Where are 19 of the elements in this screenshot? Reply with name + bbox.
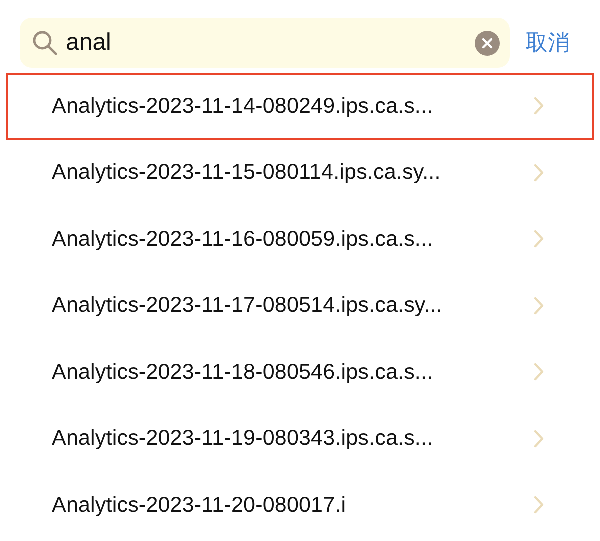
result-row[interactable]: Analytics-2023-11-14-080249.ips.ca.s...: [6, 73, 594, 140]
search-icon: [32, 30, 58, 56]
chevron-icon: [534, 97, 544, 116]
chevron-icon: [534, 363, 544, 382]
search-field[interactable]: anal: [66, 29, 467, 57]
result-row[interactable]: Analytics-2023-11-20-080017.i: [6, 472, 594, 538]
result-row[interactable]: Analytics-2023-11-18-080546.ips.ca.s...: [6, 339, 594, 406]
result-row[interactable]: Analytics-2023-11-17-080514.ips.ca.sy...: [6, 272, 594, 339]
clear-icon[interactable]: [475, 30, 500, 56]
chevron-icon: [534, 164, 544, 182]
search-bar[interactable]: anal: [20, 18, 510, 68]
chevron-icon: [534, 430, 544, 448]
result-row[interactable]: Analytics-2023-11-16-080059.ips.ca.s...: [6, 206, 594, 272]
chevron-icon: [534, 496, 544, 514]
result-row[interactable]: Analytics-2023-11-15-080114.ips.ca.sy...: [6, 140, 594, 206]
cancel-button[interactable]: 取消: [526, 28, 570, 58]
chevron-icon: [534, 230, 544, 248]
result-row[interactable]: Analytics-2023-11-19-080343.ips.ca.s...: [6, 406, 594, 472]
chevron-icon: [534, 296, 544, 315]
